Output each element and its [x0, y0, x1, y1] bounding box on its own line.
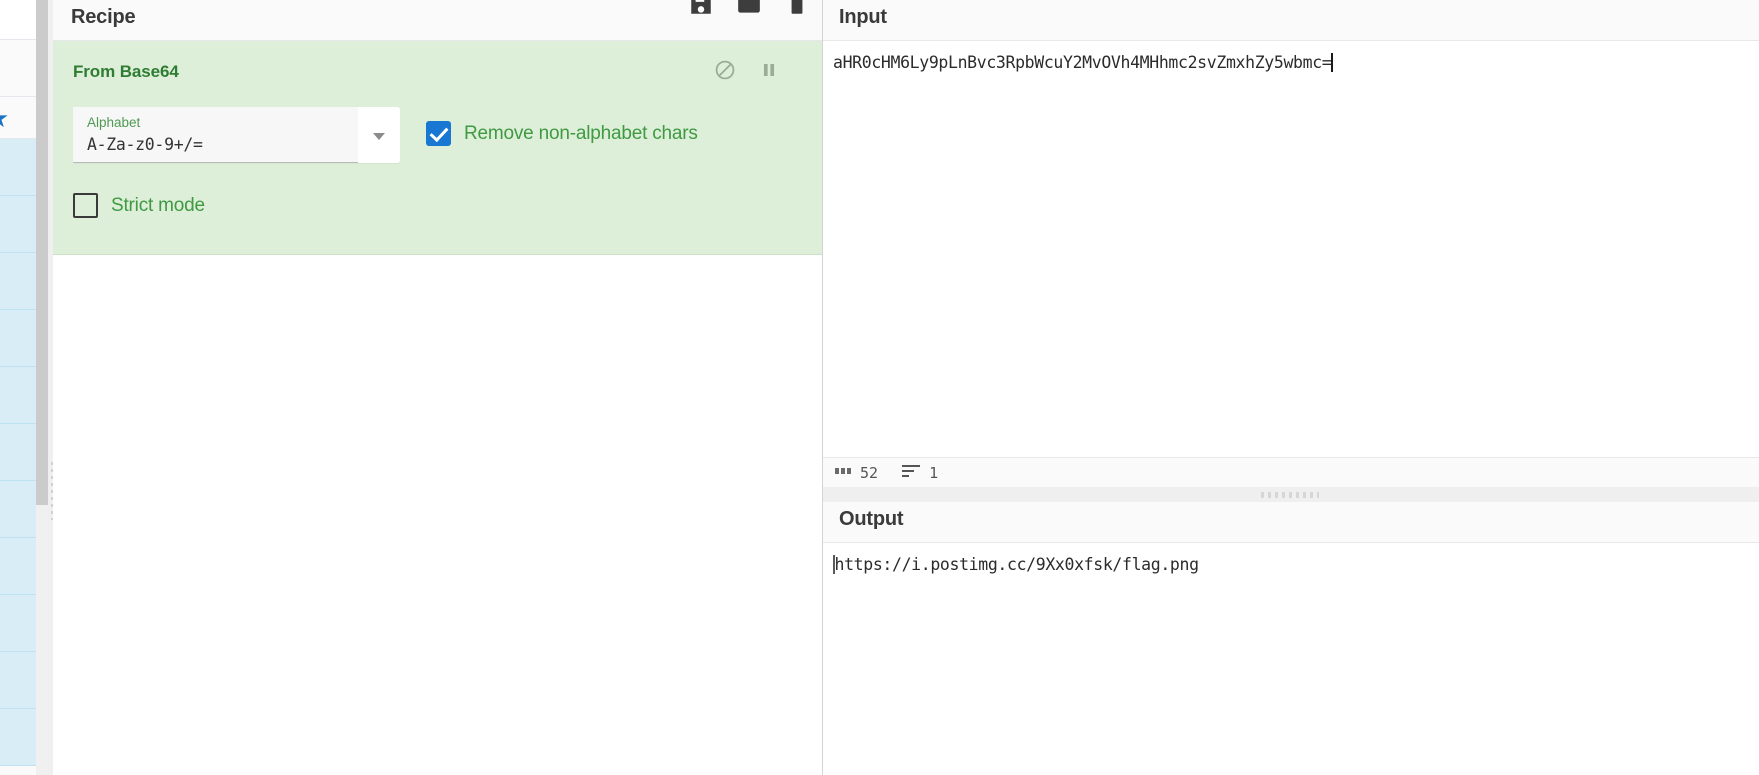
operations-category-row[interactable] [0, 481, 36, 538]
input-title-bar: Input [823, 0, 1759, 41]
input-status-bar: 52 1 [823, 457, 1759, 487]
input-text-line: aHR0cHM6Ly9pLnBvc3RpbWcuY2MvOVh4MHhmc2sv… [833, 53, 1332, 72]
input-lines-status: 1 [902, 463, 938, 483]
pause-icon[interactable] [758, 59, 780, 81]
output-textarea[interactable]: https://i.postimg.cc/9Xx0xfsk/flag.png [823, 543, 1759, 775]
output-title-bar: Output [823, 502, 1759, 543]
operations-search-row[interactable] [0, 0, 36, 40]
input-section: Input aHR0cHM6Ly9pLnBvc3RpbWcuY2MvOVh4MH… [823, 0, 1759, 487]
operations-category-row[interactable] [0, 652, 36, 709]
disable-icon[interactable] [714, 59, 736, 81]
chevron-down-icon[interactable] [358, 107, 400, 163]
remove-non-alphabet-chars-label: Remove non-alphabet chars [464, 122, 698, 144]
recipe-operation[interactable]: From Base64 Alphabet A-Za-z0-9+/= Remove… [53, 41, 822, 255]
input-length-value: 52 [860, 463, 879, 482]
operation-header: From Base64 [53, 59, 822, 85]
operations-category-row[interactable] [0, 538, 36, 595]
abc-icon [835, 464, 852, 482]
operations-category-row[interactable] [0, 709, 36, 766]
alphabet-field[interactable]: Alphabet A-Za-z0-9+/= [73, 107, 358, 163]
save-icon[interactable] [688, 0, 714, 17]
output-section: Output https://i.postimg.cc/9Xx0xfsk/fla… [823, 502, 1759, 775]
alphabet-value: A-Za-z0-9+/= [87, 135, 203, 154]
alphabet-select[interactable]: Alphabet A-Za-z0-9+/= [73, 107, 400, 163]
recipe-pane: Recipe From Base64 Alphabet A-Za-z0-9+/=… [53, 0, 823, 775]
input-length-status: 52 [835, 464, 878, 482]
operations-category-row[interactable] [0, 196, 36, 253]
input-textarea[interactable]: aHR0cHM6Ly9pLnBvc3RpbWcuY2MvOVh4MHhmc2sv… [823, 41, 1759, 457]
input-lines-value: 1 [929, 463, 939, 482]
strict-mode-checkbox[interactable] [73, 193, 98, 218]
operations-category-row[interactable] [0, 139, 36, 196]
operations-row[interactable] [0, 40, 36, 97]
cyberchef-app: ★ Recipe [0, 0, 1759, 775]
splitter-grip-horizontal [1261, 492, 1319, 498]
star-icon: ★ [0, 105, 9, 131]
operation-title: From Base64 [73, 62, 179, 81]
strict-mode-checkbox-group[interactable]: Strict mode [73, 193, 205, 218]
operations-category-row[interactable] [0, 595, 36, 652]
operations-category-row[interactable] [0, 367, 36, 424]
operation-icons [714, 59, 780, 81]
operations-pane: ★ [0, 0, 36, 775]
operations-category-row[interactable] [0, 424, 36, 481]
operation-arguments-row-2: Strict mode [53, 193, 822, 218]
recipe-title: Recipe [71, 5, 136, 28]
recipe-drop-area[interactable] [53, 273, 822, 775]
recipe-title-bar: Recipe [53, 0, 822, 41]
operations-category-row[interactable] [0, 310, 36, 367]
operations-scrollbar[interactable] [36, 0, 48, 775]
input-output-splitter[interactable] [823, 487, 1759, 502]
output-title: Output [839, 507, 904, 530]
remove-non-alphabet-chars-checkbox-group[interactable]: Remove non-alphabet chars [426, 121, 698, 146]
favourites-category[interactable]: ★ [0, 97, 36, 139]
operations-category-row[interactable] [0, 253, 36, 310]
remove-non-alphabet-chars-checkbox[interactable] [426, 121, 451, 146]
alphabet-label: Alphabet [87, 115, 141, 130]
input-title: Input [839, 5, 887, 28]
io-pane: Input aHR0cHM6Ly9pLnBvc3RpbWcuY2MvOVh4MH… [823, 0, 1759, 775]
folder-icon[interactable] [736, 0, 762, 17]
strict-mode-label: Strict mode [111, 194, 205, 216]
output-text-line: https://i.postimg.cc/9Xx0xfsk/flag.png [834, 555, 1200, 574]
recipe-controls [688, 0, 810, 17]
bin-icon[interactable] [784, 0, 810, 17]
operation-arguments: Alphabet A-Za-z0-9+/= Remove non-alphabe… [53, 107, 822, 163]
lines-icon [902, 463, 921, 483]
operations-scrollbar-thumb[interactable] [36, 0, 48, 505]
